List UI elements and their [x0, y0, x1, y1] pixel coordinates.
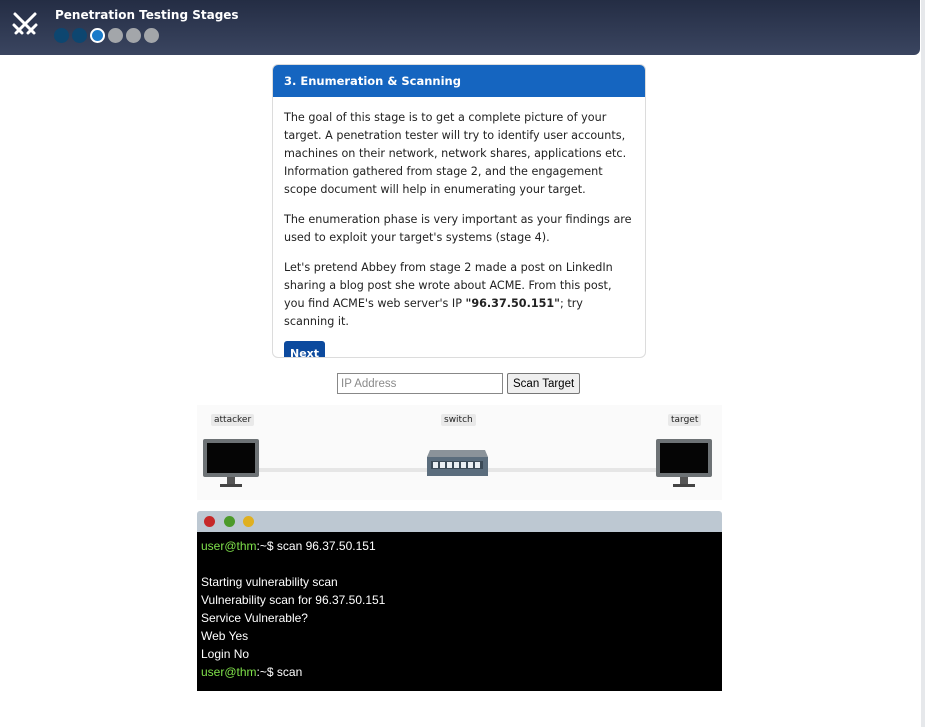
attacker-monitor-icon: [203, 439, 259, 487]
cable-attacker-switch: [259, 468, 427, 472]
stage-dot-6[interactable]: [144, 28, 159, 43]
terminal-line: Starting vulnerability scan: [201, 575, 338, 589]
target-ip: "96.37.50.151": [465, 297, 560, 310]
app-title: Penetration Testing Stages: [55, 8, 239, 22]
terminal-title-bar: [197, 511, 722, 532]
prompt-suffix: :~$: [256, 665, 277, 679]
terminal-window: user@thm:~$ scan 96.37.50.151 Starting v…: [197, 511, 722, 691]
stage-dot-5[interactable]: [126, 28, 141, 43]
crossed-swords-icon: [12, 12, 38, 35]
terminal-output[interactable]: user@thm:~$ scan 96.37.50.151 Starting v…: [197, 532, 722, 691]
stage-dot-3[interactable]: [90, 28, 105, 43]
stage-dot-2[interactable]: [72, 28, 87, 43]
stage-paragraph-3: Let's pretend Abbey from stage 2 made a …: [284, 259, 634, 331]
target-label: target: [668, 414, 702, 426]
close-dot-icon: [204, 516, 215, 527]
terminal-line: Service Vulnerable?: [201, 611, 308, 625]
stage-dot-4[interactable]: [108, 28, 123, 43]
terminal-line: user@thm:~$ scan: [201, 663, 718, 681]
maximize-dot-icon: [224, 516, 235, 527]
top-bar: Penetration Testing Stages: [0, 0, 920, 55]
next-button[interactable]: Next: [284, 341, 326, 357]
terminal-line: Login No: [201, 647, 250, 661]
stage-progress: [54, 28, 159, 43]
ip-address-input[interactable]: [337, 373, 503, 394]
command-text: scan: [276, 665, 303, 679]
cable-switch-target: [487, 468, 657, 472]
scan-form: Scan Target: [337, 373, 581, 394]
prompt-user: user@thm: [201, 539, 257, 553]
stage-card-title: 3. Enumeration & Scanning: [273, 65, 645, 97]
terminal-line: Web Yes: [201, 629, 249, 643]
prompt-suffix: :~$: [256, 539, 277, 553]
stage-card: 3. Enumeration & Scanning The goal of th…: [272, 64, 646, 358]
stage-dot-1[interactable]: [54, 28, 69, 43]
stage-card-body: The goal of this stage is to get a compl…: [273, 97, 645, 357]
command-text: scan 96.37.50.151: [276, 539, 376, 553]
page-edge: [921, 0, 925, 727]
stage-paragraph-2: The enumeration phase is very important …: [284, 213, 632, 244]
terminal-line: Vulnerability scan for 96.37.50.151: [201, 593, 386, 607]
minimize-dot-icon: [243, 516, 254, 527]
network-diagram: attacker switch target: [197, 405, 722, 500]
prompt-user: user@thm: [201, 665, 257, 679]
attacker-label: attacker: [211, 414, 255, 426]
switch-label: switch: [441, 414, 476, 426]
stage-paragraph-1: The goal of this stage is to get a compl…: [284, 111, 627, 196]
target-monitor-icon: [656, 439, 712, 487]
terminal-line: user@thm:~$ scan 96.37.50.151: [201, 537, 718, 555]
network-switch-icon: [427, 450, 488, 476]
scan-target-button[interactable]: Scan Target: [507, 373, 581, 394]
